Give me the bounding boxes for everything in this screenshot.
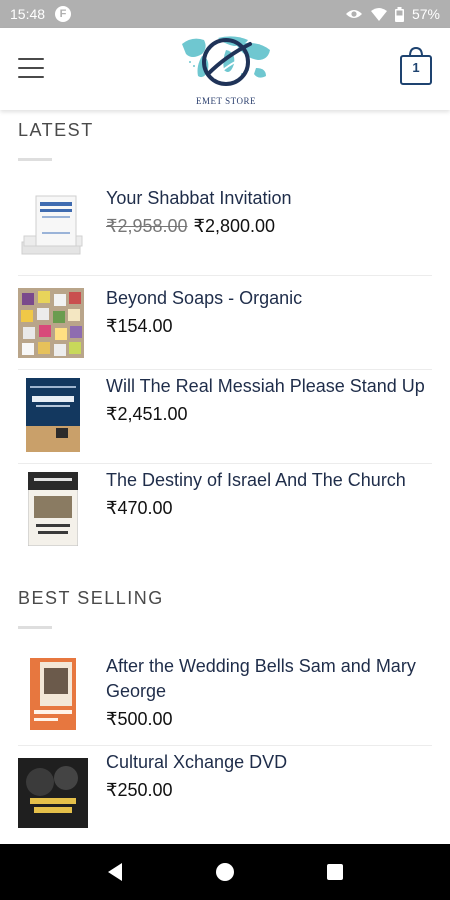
eye-icon bbox=[345, 8, 363, 20]
battery-icon bbox=[394, 6, 404, 22]
product-item[interactable]: After the Wedding Bells Sam and Mary Geo… bbox=[18, 650, 432, 746]
product-item[interactable]: Beyond Soaps - Organic ₹154.00 bbox=[18, 276, 432, 370]
recents-button[interactable] bbox=[315, 852, 355, 892]
store-logo[interactable]: EMET STORE bbox=[178, 30, 274, 110]
battery-level: 57% bbox=[411, 6, 440, 22]
product-info: After the Wedding Bells Sam and Mary Geo… bbox=[106, 654, 432, 730]
wedding-book-thumbnail bbox=[30, 658, 76, 730]
price-row: ₹250.00 bbox=[106, 780, 432, 801]
product-name[interactable]: The Destiny of Israel And The Church bbox=[106, 468, 432, 493]
sale-price: ₹2,800.00 bbox=[193, 216, 276, 236]
wifi-icon bbox=[370, 7, 387, 21]
product-name[interactable]: Will The Real Messiah Please Stand Up bbox=[106, 374, 432, 399]
product-item[interactable]: Your Shabbat Invitation ₹2,958.00 ₹2,800.… bbox=[18, 182, 432, 276]
price: ₹250.00 bbox=[106, 780, 173, 800]
price: ₹470.00 bbox=[106, 498, 173, 518]
cultural-dvd-thumbnail bbox=[18, 758, 88, 828]
hamburger-icon-bar bbox=[18, 58, 44, 60]
app-header: EMET STORE 1 bbox=[0, 28, 450, 110]
status-time: 15:48 bbox=[10, 6, 46, 22]
price: ₹2,451.00 bbox=[106, 404, 188, 424]
hamburger-icon-bar bbox=[18, 67, 44, 69]
product-info: The Destiny of Israel And The Church ₹47… bbox=[106, 468, 432, 519]
back-button[interactable] bbox=[95, 852, 135, 892]
product-info: Beyond Soaps - Organic ₹154.00 bbox=[106, 286, 432, 337]
home-circle-icon bbox=[216, 863, 234, 881]
globe-logo-icon bbox=[182, 36, 270, 86]
section-divider bbox=[18, 158, 52, 161]
status-bar: 15:48 F 57% bbox=[0, 0, 450, 28]
system-navigation-bar bbox=[0, 844, 450, 900]
menu-button[interactable] bbox=[18, 58, 44, 78]
product-name[interactable]: Beyond Soaps - Organic bbox=[106, 286, 432, 311]
price-row: ₹470.00 bbox=[106, 498, 432, 519]
product-item[interactable]: The Destiny of Israel And The Church ₹47… bbox=[18, 464, 432, 560]
product-lists: LATEST Your Shabbat Invitation ₹2,958.00… bbox=[0, 110, 450, 844]
destiny-book-thumbnail bbox=[28, 472, 78, 546]
price-row: ₹154.00 bbox=[106, 316, 432, 337]
recents-square-icon bbox=[327, 864, 343, 880]
section-title-best-selling: BEST SELLING bbox=[18, 588, 164, 608]
messiah-book-thumbnail bbox=[26, 378, 80, 452]
section-title-latest: LATEST bbox=[18, 120, 94, 140]
price-row: ₹500.00 bbox=[106, 709, 432, 730]
home-button[interactable] bbox=[205, 852, 245, 892]
price: ₹500.00 bbox=[106, 709, 173, 729]
cart-button[interactable]: 1 bbox=[400, 46, 432, 86]
soaps-thumbnail bbox=[18, 288, 84, 358]
back-triangle-icon bbox=[108, 863, 122, 881]
product-name[interactable]: Cultural Xchange DVD bbox=[106, 750, 432, 775]
price-row: ₹2,451.00 bbox=[106, 404, 432, 425]
product-item[interactable]: Cultural Xchange DVD ₹250.00 bbox=[18, 746, 432, 844]
section-divider bbox=[18, 626, 52, 629]
app-notification-icon: F bbox=[55, 6, 72, 22]
product-name[interactable]: Your Shabbat Invitation bbox=[106, 186, 432, 211]
product-info: Cultural Xchange DVD ₹250.00 bbox=[106, 750, 432, 801]
price-row: ₹2,958.00 ₹2,800.00 bbox=[106, 216, 432, 237]
cart-count: 1 bbox=[412, 60, 420, 75]
original-price: ₹2,958.00 bbox=[106, 216, 188, 236]
hamburger-icon-bar bbox=[18, 76, 44, 78]
product-item[interactable]: Will The Real Messiah Please Stand Up ₹2… bbox=[18, 370, 432, 464]
product-name[interactable]: After the Wedding Bells Sam and Mary Geo… bbox=[106, 654, 432, 704]
logo-text: EMET STORE bbox=[196, 96, 256, 106]
product-info: Will The Real Messiah Please Stand Up ₹2… bbox=[106, 374, 432, 425]
product-info: Your Shabbat Invitation ₹2,958.00 ₹2,800.… bbox=[106, 186, 432, 237]
book-stack-thumbnail bbox=[18, 192, 88, 262]
price: ₹154.00 bbox=[106, 316, 173, 336]
